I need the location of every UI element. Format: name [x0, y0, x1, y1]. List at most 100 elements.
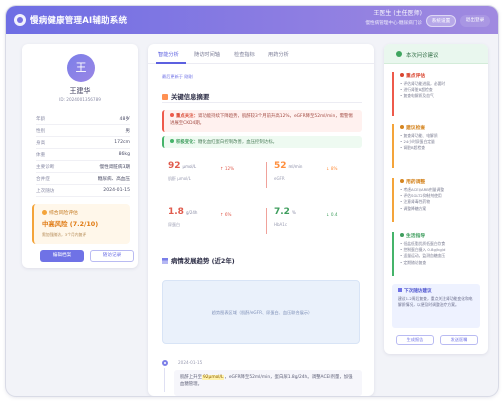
risk-value: 中高风险 (7.2/10) — [42, 220, 99, 228]
info-row-comorbidity: 合并症 糖尿病、高血压 — [36, 174, 130, 185]
metric-label: 肌酐 μmol/L — [168, 176, 191, 181]
info-label: 性别 — [36, 129, 46, 134]
alert-positive: 积极变化：糖化血红蛋白控制改善，血压控制达标。 — [162, 136, 362, 148]
metric-unit: g/24h — [185, 210, 198, 215]
info-label: 上次随访 — [36, 189, 55, 194]
metric-value: 7.2% — [274, 207, 296, 217]
send-order-button[interactable]: 发送医嘱 — [440, 335, 478, 345]
followup-text: 建议1-2周后复查，重点关注肾功能变化和电解质情况，以便及时调整治疗方案。 — [398, 296, 473, 307]
refresh-link[interactable]: 最后更新于 刚刚 — [162, 74, 193, 80]
metric-trend: ↑ 12% — [220, 166, 235, 171]
metric-unit: ml/min — [288, 164, 303, 169]
risk-assessment: 综合风险评估 中高风险 (7.2/10) 需加强随访，3个月内复评 — [32, 204, 130, 244]
info-label: 年龄 — [36, 117, 46, 122]
timeline-highlight: 92μmol/L — [201, 375, 225, 380]
alert-text: 糖化血红蛋白控制改善，血压控制达标。 — [197, 140, 278, 145]
info-value: 男 — [125, 129, 130, 134]
rec-title: 用药调整 — [400, 178, 480, 187]
metric-creatinine[interactable]: 92 μmol/L 肌酐 μmol/L ↑ 12% — [160, 156, 256, 192]
chart-placeholder-text: 趋势图表区域（肌酐/eGFR、尿蛋白、血压联合展示） — [211, 310, 313, 315]
rec-title: 生活指导 — [400, 232, 480, 241]
timeline-entry[interactable]: 肌酐上升至92μmol/L，eGFR降至52ml/min，蛋白尿1.8g/24h… — [174, 370, 362, 396]
next-followup: 下次随访建议 建议1-2周后复查，重点关注肾功能变化和电解质情况，以便及时调整治… — [392, 284, 480, 328]
alert-critical: 重点关注：肾功能持续下降趋势，肌酐较3个月前升高12%，eGFR降至52ml/m… — [162, 110, 362, 132]
alert-label: 积极变化： — [176, 140, 198, 145]
metric-egfr[interactable]: 52 ml/min eGFR ↓ 8% — [266, 156, 362, 192]
metric-value: 1.8 g/24h — [168, 207, 197, 217]
metric-unit: % — [291, 210, 296, 215]
metric-number: 52 — [274, 161, 287, 171]
timeline-line — [164, 368, 165, 392]
alert-label: 重点关注： — [176, 114, 198, 119]
info-label: 体重 — [36, 153, 46, 158]
metric-value: 92 μmol/L — [168, 161, 196, 171]
metric-label: eGFR — [274, 176, 285, 181]
section-title-text: 关键信息摘要 — [171, 93, 210, 101]
risk-title-text: 综合风险评估 — [49, 211, 78, 216]
metric-label: HbA1c — [274, 222, 288, 227]
info-row-gender: 性别 男 — [36, 126, 130, 137]
tab-bar: 智能分析 随访时间轴 检查指标 用药分析 — [148, 44, 374, 64]
rec-line: • 调整降糖方案 — [400, 205, 427, 211]
divider — [162, 102, 362, 103]
info-value: 86kg — [118, 152, 130, 157]
info-row-age: 年龄 48岁 — [36, 114, 130, 125]
info-label: 主要诊断 — [36, 165, 55, 170]
system-settings-button[interactable]: 系统设置 — [426, 15, 456, 27]
recommendations-panel: 本次问诊建议 重点评估 • 评估肾功能进展，必要时 • 进行肾脏B超检查 • 复… — [384, 44, 488, 354]
trend-chart-placeholder[interactable]: 趋势图表区域（肌酐/eGFR、尿蛋白、血压联合展示） — [162, 280, 360, 344]
metric-number: 7.2 — [274, 207, 290, 217]
tab-timeline[interactable]: 随访时间轴 — [194, 51, 220, 58]
metric-proteinuria[interactable]: 1.8 g/24h 尿蛋白 ↑ 6% — [160, 202, 256, 238]
rec-medication: 用药调整 • 考虑ACEI/ARB剂量调整 • 评估SGLT2抑制剂使用 • 注… — [392, 178, 480, 222]
metric-value: 52 ml/min — [274, 161, 302, 171]
tab-medication[interactable]: 用药分析 — [268, 51, 289, 58]
edit-profile-button[interactable]: 编辑档案 — [40, 250, 84, 262]
active-tab-indicator — [156, 62, 186, 64]
generate-report-button[interactable]: 生成报告 — [396, 335, 434, 345]
timeline-date: 2024-01-15 — [178, 360, 203, 365]
info-value: 48岁 — [119, 117, 130, 122]
rec-title: 重点评估 — [400, 72, 480, 81]
info-value: 糖尿病、高血压 — [97, 177, 130, 182]
rec-line: • 复查电解质及血气 — [400, 93, 434, 99]
risk-title: 综合风险评估 — [42, 209, 78, 216]
user-info[interactable]: 王医生 (主任医师) 慢性病管理中心·糖尿病门诊 — [336, 9, 422, 29]
avatar: 王 — [67, 54, 95, 82]
metric-number: 92 — [168, 161, 181, 171]
info-row-height: 身高 172cm — [36, 138, 130, 149]
section-title-trend: 病情发展趋势 (近2年) — [162, 256, 235, 265]
metric-trend: ↑ 6% — [220, 212, 232, 217]
rec-line: • 肾脏B超检查 — [400, 145, 426, 151]
info-row-diagnosis: 主要诊断 慢性肾脏病3期 — [36, 162, 130, 173]
patient-card: 王 王建华 ID: 2024001356789 年龄 48岁 性别 男 身高 1… — [22, 44, 138, 268]
summary-icon — [162, 94, 168, 100]
user-dept: 慢性病管理中心·糖尿病门诊 — [365, 21, 422, 26]
history-button[interactable]: 随访记录 — [90, 250, 134, 262]
app-title: 慢病健康管理AI辅助系统 — [30, 16, 128, 26]
metric-hba1c[interactable]: 7.2% HbA1c ↓ 0.4 — [266, 202, 362, 238]
info-value: 慢性肾脏病3期 — [99, 165, 131, 170]
info-value: 172cm — [114, 140, 130, 145]
tab-smart-analysis[interactable]: 智能分析 — [158, 51, 179, 58]
alert-text: 肾功能持续下降趋势，肌酐较3个月前升高12%，eGFR降至52ml/min，需警… — [170, 114, 353, 126]
tab-indicators[interactable]: 检查指标 — [234, 51, 255, 58]
metric-unit: μmol/L — [182, 164, 197, 169]
alert-dot-icon — [170, 113, 174, 117]
info-label: 合并症 — [36, 177, 50, 182]
chart-icon — [162, 258, 168, 264]
section-title-summary: 关键信息摘要 — [162, 92, 209, 101]
metric-number: 1.8 — [168, 207, 184, 217]
rec-suggested-tests: 建议检查 • 复查肾功能、电解质 • 24小时尿蛋白定量 • 肾脏B超检查 — [392, 124, 480, 168]
timeline-text-prefix: 肌酐上升至 — [180, 375, 202, 380]
logo-icon — [14, 14, 26, 26]
app-window: 慢病健康管理AI辅助系统 王医生 (主任医师) 慢性病管理中心·糖尿病门诊 系统… — [6, 6, 498, 396]
warning-icon — [42, 210, 47, 215]
logout-button[interactable]: 退出登录 — [460, 15, 490, 27]
recommendations-header: 本次问诊建议 — [384, 44, 488, 64]
recommendation-icon — [396, 51, 402, 57]
info-label: 身高 — [36, 141, 46, 146]
metric-trend: ↓ 0.4 — [326, 212, 338, 217]
patient-name: 王建华 — [69, 87, 91, 95]
risk-description: 需加强随访，3个月内复评 — [42, 232, 87, 237]
